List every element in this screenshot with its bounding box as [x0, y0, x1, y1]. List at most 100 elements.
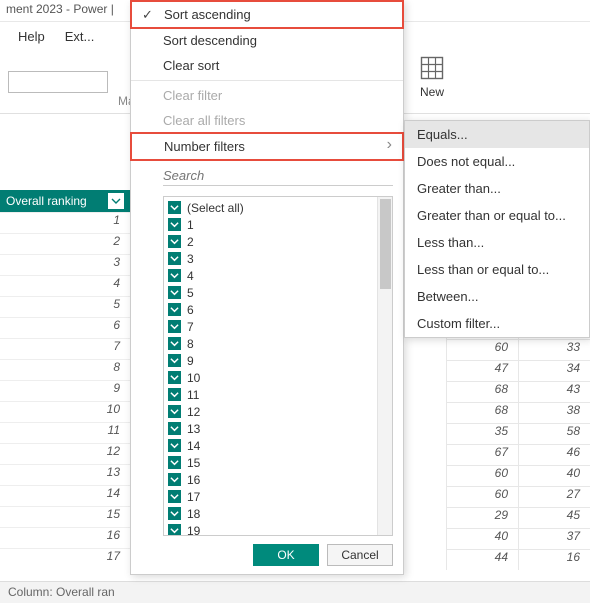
checkbox-icon[interactable] [168, 235, 181, 248]
rank-cell[interactable]: 15 [0, 506, 130, 527]
list-item[interactable]: 18 [168, 505, 388, 522]
table-cell: 58 [518, 424, 590, 444]
list-item[interactable]: 10 [168, 369, 388, 386]
checkbox-icon[interactable] [168, 303, 181, 316]
rank-cell[interactable]: 16 [0, 527, 130, 548]
rank-cell[interactable]: 3 [0, 254, 130, 275]
table-row[interactable]: 4037 [446, 528, 590, 549]
scrollbar-thumb[interactable] [380, 199, 391, 289]
menu-external[interactable]: Ext... [65, 29, 95, 44]
table-row[interactable]: 4734 [446, 360, 590, 381]
number-filters[interactable]: Number filters [130, 132, 404, 161]
submenu-item[interactable]: Greater than or equal to... [405, 202, 589, 229]
list-item[interactable]: (Select all) [168, 199, 388, 216]
submenu-item[interactable]: Equals... [405, 121, 589, 148]
sort-descending[interactable]: Sort descending [131, 28, 403, 53]
scrollbar[interactable] [377, 197, 392, 535]
rank-cell[interactable]: 13 [0, 464, 130, 485]
rank-cell[interactable]: 4 [0, 275, 130, 296]
search-input[interactable] [163, 166, 393, 186]
checkbox-icon[interactable] [168, 439, 181, 452]
ribbon-input[interactable] [8, 71, 108, 93]
list-item[interactable]: 3 [168, 250, 388, 267]
checkbox-icon[interactable] [168, 354, 181, 367]
sort-ascending[interactable]: ✓ Sort ascending [130, 0, 404, 29]
filter-dropdown-icon[interactable] [108, 193, 124, 209]
rank-cell[interactable]: 9 [0, 380, 130, 401]
checkbox-icon[interactable] [168, 269, 181, 282]
submenu-item[interactable]: Between... [405, 283, 589, 310]
ranking-column: Overall ranking 123456789101112131415161… [0, 190, 130, 569]
list-item[interactable]: 6 [168, 301, 388, 318]
checkbox-icon[interactable] [168, 218, 181, 231]
checkbox-icon[interactable] [168, 524, 181, 536]
table-row[interactable]: 6040 [446, 465, 590, 486]
button-row: OK Cancel [131, 536, 403, 574]
rank-cell[interactable]: 12 [0, 443, 130, 464]
checkbox-icon[interactable] [168, 337, 181, 350]
rank-cell[interactable]: 10 [0, 401, 130, 422]
cancel-button[interactable]: Cancel [327, 544, 393, 566]
table-cell: 38 [518, 403, 590, 423]
checkbox-icon[interactable] [168, 371, 181, 384]
submenu-item[interactable]: Less than or equal to... [405, 256, 589, 283]
submenu-item[interactable]: Greater than... [405, 175, 589, 202]
checkbox-icon[interactable] [168, 507, 181, 520]
list-item[interactable]: 5 [168, 284, 388, 301]
list-item[interactable]: 15 [168, 454, 388, 471]
table-row[interactable]: 6027 [446, 486, 590, 507]
table-cell: 29 [446, 508, 518, 528]
checkbox-icon[interactable] [168, 252, 181, 265]
list-item[interactable]: 1 [168, 216, 388, 233]
list-item[interactable]: 12 [168, 403, 388, 420]
rank-cell[interactable]: 5 [0, 296, 130, 317]
table-cell: 68 [446, 403, 518, 423]
checkbox-icon[interactable] [168, 490, 181, 503]
checkbox-icon[interactable] [168, 473, 181, 486]
submenu-item[interactable]: Less than... [405, 229, 589, 256]
checkbox-icon[interactable] [168, 388, 181, 401]
rank-cell[interactable]: 2 [0, 233, 130, 254]
submenu-item[interactable]: Custom filter... [405, 310, 589, 337]
checkbox-icon[interactable] [168, 320, 181, 333]
table-cell: 34 [518, 361, 590, 381]
list-item[interactable]: 9 [168, 352, 388, 369]
list-item[interactable]: 14 [168, 437, 388, 454]
ok-button[interactable]: OK [253, 544, 319, 566]
column-header[interactable]: Overall ranking [0, 190, 130, 212]
submenu-item[interactable]: Does not equal... [405, 148, 589, 175]
table-row[interactable]: 4416 [446, 549, 590, 570]
list-item[interactable]: 19 [168, 522, 388, 536]
list-item[interactable]: 7 [168, 318, 388, 335]
checkbox-icon[interactable] [168, 201, 181, 214]
table-row[interactable]: 6838 [446, 402, 590, 423]
rank-cell[interactable]: 8 [0, 359, 130, 380]
table-cell: 37 [518, 529, 590, 549]
rank-cell[interactable]: 14 [0, 485, 130, 506]
rank-cell[interactable]: 1 [0, 212, 130, 233]
rank-cell[interactable]: 17 [0, 548, 130, 569]
checkbox-icon[interactable] [168, 422, 181, 435]
list-item[interactable]: 11 [168, 386, 388, 403]
list-item[interactable]: 16 [168, 471, 388, 488]
table-row[interactable]: 6843 [446, 381, 590, 402]
table-row[interactable]: 3558 [446, 423, 590, 444]
menu-help[interactable]: Help [18, 29, 45, 44]
rank-cell[interactable]: 11 [0, 422, 130, 443]
table-row[interactable]: 6033 [446, 339, 590, 360]
table-row[interactable]: 6746 [446, 444, 590, 465]
rank-cell[interactable]: 7 [0, 338, 130, 359]
list-item[interactable]: 2 [168, 233, 388, 250]
checkbox-icon[interactable] [168, 405, 181, 418]
list-item[interactable]: 8 [168, 335, 388, 352]
list-item[interactable]: 13 [168, 420, 388, 437]
rank-cell[interactable]: 6 [0, 317, 130, 338]
list-item[interactable]: 17 [168, 488, 388, 505]
new-button[interactable]: New [406, 54, 458, 99]
checkbox-icon[interactable] [168, 286, 181, 299]
checkbox-icon[interactable] [168, 456, 181, 469]
clear-sort[interactable]: Clear sort [131, 53, 403, 78]
clear-all-filters: Clear all filters [131, 108, 403, 133]
table-row[interactable]: 2945 [446, 507, 590, 528]
list-item[interactable]: 4 [168, 267, 388, 284]
